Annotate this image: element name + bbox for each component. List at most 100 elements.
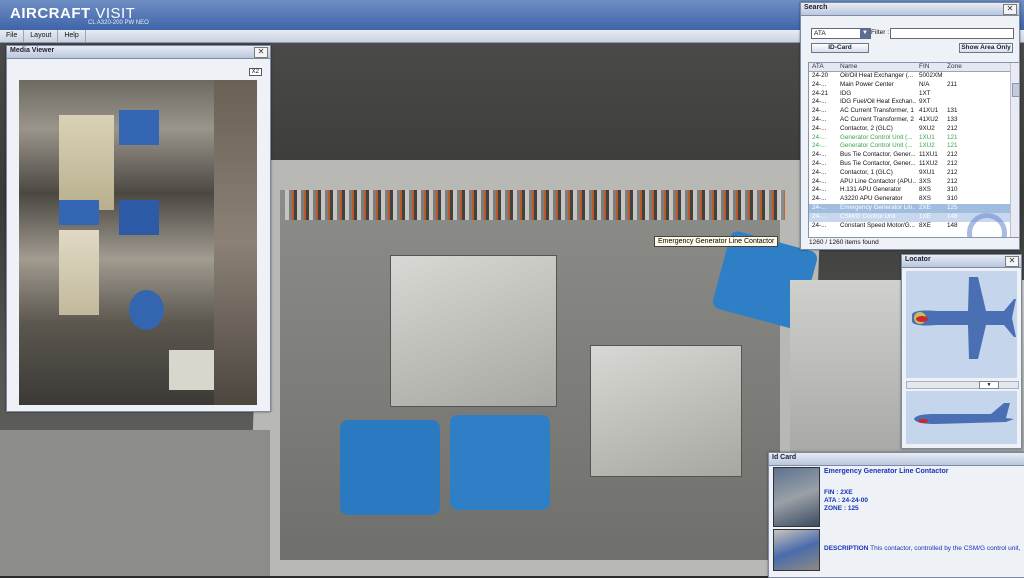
table-row[interactable]: 24-... APU Line Contactor (APU... 3XS 212: [809, 178, 1019, 187]
cell-ata: 24-...: [812, 124, 827, 132]
table-row[interactable]: 24-... Generator Control Unit (... 1XU2 121: [809, 142, 1019, 151]
id-card-button[interactable]: ID-Card: [811, 43, 869, 53]
cell-name: Constant Speed Motor/G...: [840, 221, 915, 229]
media-viewer-header[interactable]: Media Viewer ✕: [7, 46, 270, 59]
photo-module-2: [59, 230, 99, 315]
table-row[interactable]: 24-... AC Current Transformer, 1 41XU1 131: [809, 107, 1019, 116]
cell-zone: 148: [947, 221, 958, 229]
cell-fin: 1XT: [919, 89, 931, 97]
results-scrollbar[interactable]: [1010, 63, 1019, 237]
contactor-box-2[interactable]: [590, 345, 742, 477]
close-icon[interactable]: ✕: [1005, 256, 1019, 267]
photo-terminal-a: [119, 110, 159, 145]
component-photo[interactable]: [19, 80, 257, 405]
contactor-box-1[interactable]: [390, 255, 557, 407]
table-row[interactable]: 24-... Bus Tie Contactor, Gener... 11XU2 21…: [809, 160, 1019, 169]
table-row[interactable]: 24-20 Oil/Oil Heat Exchanger (... 5002XM: [809, 72, 1019, 81]
cell-zone: 212: [947, 124, 958, 132]
cell-fin: 41XU1: [919, 107, 939, 115]
cell-zone: 212: [947, 177, 958, 185]
cell-ata: 24-...: [812, 168, 827, 176]
chevron-down-icon[interactable]: ▼: [979, 381, 999, 389]
table-row[interactable]: 24-... Contactor, 2 (GLC) 9XU2 212: [809, 125, 1019, 134]
cell-ata: 24-...: [812, 177, 827, 185]
col-zone[interactable]: Zone: [947, 63, 969, 70]
scroll-thumb[interactable]: [1012, 83, 1019, 97]
cell-name: AC Current Transformer, 2: [840, 115, 914, 123]
locator-header[interactable]: Locator ✕: [902, 255, 1021, 268]
search-header[interactable]: Search ✕: [801, 3, 1019, 16]
col-ata[interactable]: ATA: [812, 63, 837, 70]
id-card-header[interactable]: Id Card: [769, 453, 1024, 466]
col-name[interactable]: Name: [840, 63, 916, 70]
cell-zone: 125: [947, 203, 958, 211]
view-slider[interactable]: ▼: [906, 381, 1019, 389]
show-area-only-button[interactable]: Show Area Only: [959, 43, 1013, 53]
chevron-down-icon[interactable]: ▼: [860, 29, 870, 38]
zoom-x2-button[interactable]: X2: [248, 68, 262, 76]
cell-fin: 2XE: [919, 203, 931, 211]
cell-zone: 121: [947, 133, 958, 141]
filter-label: Filter :: [871, 29, 890, 36]
photo-terminal-b: [119, 200, 159, 235]
cell-zone: 310: [947, 186, 958, 194]
aircraft-plan-icon: [912, 277, 1016, 359]
cell-zone: 310: [947, 195, 958, 203]
media-viewer-window: Media Viewer ✕ X2: [6, 45, 271, 412]
cell-fin: 9XU1: [919, 168, 935, 176]
table-row[interactable]: 24-... Bus Tie Contactor, Gener... 11XU1 21…: [809, 151, 1019, 160]
cell-name: Bus Tie Contactor, Gener...: [840, 151, 916, 159]
blue-connector-1[interactable]: [340, 420, 440, 515]
cell-name: Contactor, 1 (GLC): [840, 168, 893, 176]
cell-ata: 24-...: [812, 80, 827, 88]
table-row[interactable]: 24-... IDG Fuel/Oil Heat Exchan... 9XT: [809, 98, 1019, 107]
cell-name: Emergency Generator Lin...: [840, 203, 916, 211]
search-mode-value: ATA: [814, 30, 826, 37]
table-row[interactable]: 24-... Emergency Generator Lin... 2XE 125: [809, 203, 1019, 213]
table-row[interactable]: 24-... AC Current Transformer, 2 41XU2 133: [809, 116, 1019, 125]
id-card-thumbnail-2[interactable]: [773, 529, 820, 571]
cell-fin: 1XU2: [919, 142, 935, 150]
menu-help[interactable]: Help: [58, 30, 86, 42]
photo-side-panel: [214, 80, 257, 405]
photo-terminal-c: [59, 200, 99, 225]
cell-ata: 24-20: [812, 72, 829, 79]
cell-ata: 24-...: [812, 98, 827, 106]
table-row[interactable]: 24-21 IDG 1XT: [809, 90, 1019, 99]
cell-fin: 11XU2: [919, 159, 938, 167]
cell-fin: N/A: [919, 80, 930, 88]
cell-fin: 3XS: [919, 177, 931, 185]
table-row[interactable]: 24-... Main Power Center N/A 211: [809, 81, 1019, 90]
results-count: 1260 / 1260 items found: [809, 239, 879, 246]
table-row[interactable]: 24-... Generator Control Unit (... 1XU1 121: [809, 134, 1019, 143]
bay-floor: [0, 430, 270, 576]
cell-name: H.131 APU Generator: [840, 186, 902, 194]
cell-zone: 212: [947, 159, 958, 167]
blue-connector-2[interactable]: [450, 415, 550, 510]
aircraft-top-view[interactable]: [906, 271, 1017, 378]
filter-input[interactable]: [890, 28, 1014, 39]
close-icon[interactable]: ✕: [1003, 4, 1017, 15]
cell-fin: 9XT: [919, 98, 931, 106]
id-card-thumbnail-1[interactable]: [773, 467, 820, 527]
aircraft-side-view[interactable]: [906, 391, 1017, 444]
photo-plate: [169, 350, 219, 390]
cell-name: Generator Control Unit (...: [840, 142, 913, 150]
col-fin[interactable]: FIN: [919, 63, 947, 70]
cell-fin: 8XS: [919, 195, 931, 203]
cell-name: Main Power Center: [840, 80, 894, 88]
cell-name: Oil/Oil Heat Exchanger (...: [840, 72, 914, 79]
table-row[interactable]: 24-... A3220 APU Generator 8XS 310: [809, 195, 1019, 204]
cell-ata: 24-...: [812, 159, 827, 167]
close-icon[interactable]: ✕: [254, 47, 268, 58]
cell-fin: 1XU1: [919, 133, 935, 141]
cell-fin: 8XS: [919, 186, 931, 194]
menu-layout[interactable]: Layout: [24, 30, 59, 42]
results-list[interactable]: ATA Name FIN Zone 24-20 Oil/Oil Heat Exch…: [808, 62, 1020, 238]
search-mode-select[interactable]: ATA ▼: [811, 28, 871, 39]
cell-name: A3220 APU Generator: [840, 195, 903, 203]
table-row[interactable]: 24-... H.131 APU Generator 8XS 310: [809, 186, 1019, 195]
table-row[interactable]: 24-... Contactor, 1 (GLC) 9XU1 212: [809, 169, 1019, 178]
menu-file[interactable]: File: [0, 30, 25, 42]
cell-ata: 24-...: [812, 203, 827, 211]
